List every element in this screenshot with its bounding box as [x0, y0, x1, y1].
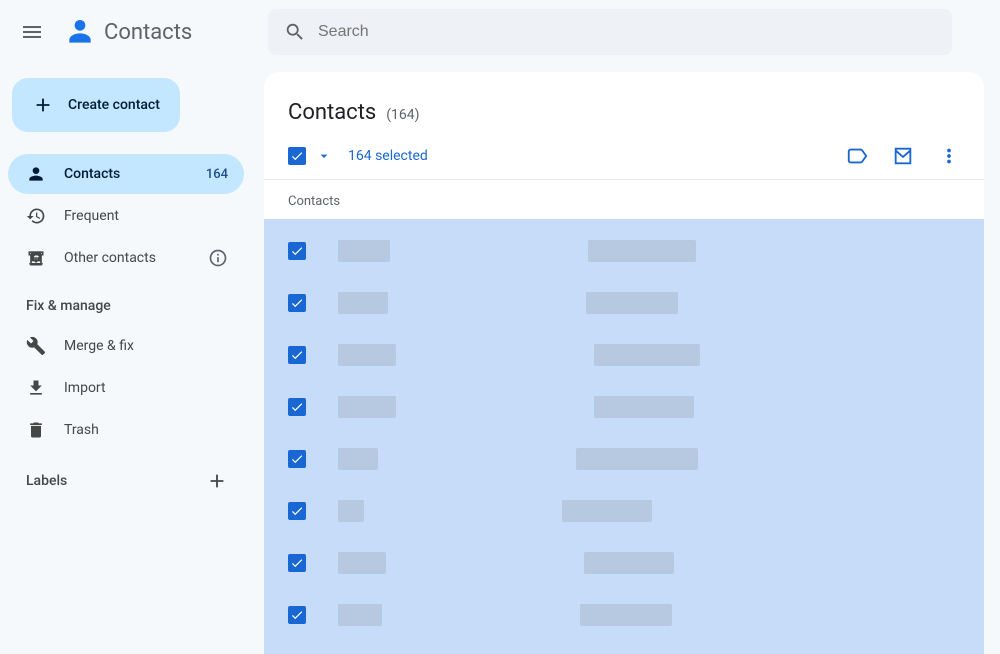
- list-column-header: Contacts: [264, 180, 984, 219]
- contact-email-redacted: [584, 552, 674, 574]
- contacts-logo-icon: [64, 16, 96, 48]
- check-icon: [290, 400, 304, 414]
- main-menu-button[interactable]: [8, 8, 56, 56]
- selected-count-text: 164 selected: [348, 148, 428, 164]
- sidebar-item-label: Other contacts: [64, 250, 156, 266]
- download-icon: [26, 378, 46, 398]
- contact-email-redacted: [594, 344, 700, 366]
- contact-name-redacted: [338, 500, 364, 522]
- contact-row[interactable]: [264, 381, 984, 433]
- check-icon: [290, 149, 304, 163]
- tools-icon: [26, 336, 46, 356]
- sidebar-item-other-contacts[interactable]: Other contacts: [8, 238, 244, 278]
- row-checkbox[interactable]: [288, 502, 306, 520]
- more-vert-icon: [938, 145, 960, 167]
- contact-row[interactable]: [264, 537, 984, 589]
- contact-row[interactable]: [264, 225, 984, 277]
- contact-email-redacted: [588, 240, 696, 262]
- check-icon: [290, 348, 304, 362]
- contact-row[interactable]: [264, 589, 984, 641]
- row-checkbox[interactable]: [288, 294, 306, 312]
- contacts-list[interactable]: [264, 219, 984, 654]
- archive-icon: [26, 248, 46, 268]
- label-icon: [846, 145, 868, 167]
- check-icon: [290, 452, 304, 466]
- mail-icon: [892, 145, 914, 167]
- selection-bar: 164 selected: [264, 129, 984, 180]
- chevron-down-icon: [316, 148, 332, 164]
- app-logo[interactable]: Contacts: [64, 16, 260, 48]
- person-icon: [26, 164, 46, 184]
- page-title: Contacts: [288, 100, 376, 125]
- contact-row[interactable]: [264, 433, 984, 485]
- more-actions-button[interactable]: [938, 145, 960, 167]
- contact-name-redacted: [338, 240, 390, 262]
- contacts-count: (164): [386, 107, 419, 123]
- contact-email-redacted: [562, 500, 652, 522]
- row-checkbox[interactable]: [288, 606, 306, 624]
- sidebar-item-import[interactable]: Import: [8, 368, 244, 408]
- sidebar-item-merge-fix[interactable]: Merge & fix: [8, 326, 244, 366]
- contact-name-redacted: [338, 448, 378, 470]
- contact-row[interactable]: [264, 485, 984, 537]
- sidebar-item-contacts[interactable]: Contacts 164: [8, 154, 244, 194]
- check-icon: [290, 504, 304, 518]
- label-button[interactable]: [846, 145, 868, 167]
- plus-icon: [32, 94, 54, 116]
- row-checkbox[interactable]: [288, 450, 306, 468]
- sidebar-item-trash[interactable]: Trash: [8, 410, 244, 450]
- sidebar-item-label: Import: [64, 380, 106, 396]
- contact-name-redacted: [338, 604, 382, 626]
- check-icon: [290, 296, 304, 310]
- check-icon: [290, 244, 304, 258]
- contact-name-redacted: [338, 344, 396, 366]
- contact-name-redacted: [338, 552, 386, 574]
- check-icon: [290, 608, 304, 622]
- history-icon: [26, 206, 46, 226]
- sidebar-item-frequent[interactable]: Frequent: [8, 196, 244, 236]
- sidebar-item-label: Contacts: [64, 166, 120, 182]
- sidebar-section-fix-manage: Fix & manage: [8, 280, 244, 324]
- plus-icon: [206, 470, 228, 492]
- sidebar-item-label: Trash: [64, 422, 99, 438]
- email-button[interactable]: [892, 145, 914, 167]
- search-icon: [284, 21, 306, 43]
- search-input[interactable]: [318, 23, 936, 41]
- contact-email-redacted: [576, 448, 698, 470]
- sidebar: Create contact Contacts 164 Frequent Oth…: [0, 64, 256, 654]
- hamburger-icon: [20, 20, 44, 44]
- row-checkbox[interactable]: [288, 346, 306, 364]
- select-all-checkbox[interactable]: [288, 147, 306, 165]
- contact-email-redacted: [580, 604, 672, 626]
- contact-email-redacted: [594, 396, 694, 418]
- contact-name-redacted: [338, 396, 396, 418]
- main-header: Contacts (164): [264, 72, 984, 129]
- contact-name-redacted: [338, 292, 388, 314]
- sidebar-item-count: 164: [206, 167, 228, 182]
- create-contact-label: Create contact: [68, 97, 160, 113]
- app-title: Contacts: [104, 20, 192, 45]
- sidebar-item-label: Merge & fix: [64, 338, 134, 354]
- row-checkbox[interactable]: [288, 554, 306, 572]
- create-contact-button[interactable]: Create contact: [12, 78, 180, 132]
- check-icon: [290, 556, 304, 570]
- add-label-button[interactable]: [206, 470, 228, 492]
- selection-dropdown[interactable]: [316, 148, 332, 164]
- row-checkbox[interactable]: [288, 242, 306, 260]
- trash-icon: [26, 420, 46, 440]
- contact-row[interactable]: [264, 329, 984, 381]
- info-icon[interactable]: [208, 248, 228, 268]
- search-bar[interactable]: [268, 9, 952, 55]
- main-panel: Contacts (164) 164 selected: [264, 72, 984, 654]
- contact-row[interactable]: [264, 277, 984, 329]
- row-checkbox[interactable]: [288, 398, 306, 416]
- contact-email-redacted: [586, 292, 678, 314]
- app-header: Contacts: [0, 0, 1000, 64]
- sidebar-section-labels: Labels: [8, 452, 244, 502]
- sidebar-item-label: Frequent: [64, 208, 119, 224]
